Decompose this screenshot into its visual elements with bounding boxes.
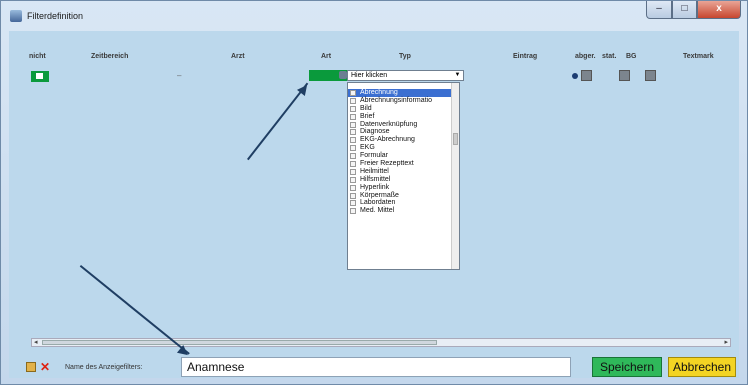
item-checkbox[interactable] [350,113,356,120]
typ-combobox[interactable]: Hier klicken ▼ [347,70,464,81]
list-item[interactable]: Hyperlink [348,184,459,192]
list-item[interactable]: Labordaten [348,199,459,207]
list-item[interactable]: EKG-Abrechnung [348,136,459,144]
col-stat: stat. [602,53,617,60]
col-eintrag: Eintrag [513,53,538,60]
col-arzt: Arzt [231,53,245,60]
cancel-button[interactable]: Abbrechen [668,357,736,377]
col-bg: BG [626,53,637,60]
col-zeitbereich: Zeitbereich [91,53,129,60]
item-checkbox[interactable] [350,200,356,207]
save-button[interactable]: Speichern [592,357,662,377]
item-checkbox[interactable] [350,137,356,144]
list-item[interactable]: Diagnose [348,128,459,136]
abger-checkbox[interactable] [581,70,592,81]
filter-panel: nicht Zeitbereich Arzt Art Typ Eintrag a… [9,31,739,378]
stat-checkbox[interactable] [619,70,630,81]
list-item[interactable]: Med. Mittel [348,207,459,215]
item-checkbox[interactable] [350,184,356,191]
filter-definition-window: Filterdefinition – □ x nicht Zeitbereich… [0,0,748,385]
folder-icon[interactable] [26,362,36,372]
list-item[interactable]: Datenverknüpfung [348,121,459,129]
col-nicht: nicht [29,53,46,60]
zeitbereich-value[interactable]: – [177,71,181,80]
typ-dropdown-list[interactable]: Abrechnung Abrechnungsinformatio Bild Br… [347,82,460,270]
chevron-down-icon[interactable]: ▼ [453,72,462,79]
item-checkbox[interactable] [350,168,356,175]
window-title: Filterdefinition [27,11,84,21]
item-checkbox[interactable] [350,97,356,104]
item-checkbox[interactable] [350,192,356,199]
delete-icon[interactable]: ✕ [40,361,50,373]
item-checkbox[interactable] [350,145,356,152]
title-bar: Filterdefinition – □ x [1,1,747,31]
list-item[interactable]: EKG [348,144,459,152]
item-checkbox[interactable] [350,176,356,183]
col-textmark: Textmark [683,53,714,60]
bg-checkbox[interactable] [645,70,656,81]
list-item[interactable]: Freier Rezepttext [348,160,459,168]
filter-name-input[interactable]: Anamnese [181,357,571,377]
close-button[interactable]: x [697,1,741,19]
item-checkbox[interactable] [350,161,356,168]
item-checkbox[interactable] [350,129,356,136]
typ-combo-text: Hier klicken [351,72,388,79]
minimize-button[interactable]: – [646,1,672,19]
dropdown-scrollbar[interactable] [451,83,459,269]
item-checkbox[interactable] [350,208,356,215]
window-controls: – □ x [646,1,741,19]
list-item[interactable]: Hilfsmittel [348,176,459,184]
item-checkbox[interactable] [350,90,356,96]
col-abger: abger. [575,53,596,60]
list-item[interactable]: Heilmittel [348,168,459,176]
list-item[interactable]: Formular [348,152,459,160]
item-checkbox[interactable] [350,105,356,112]
maximize-button[interactable]: □ [672,1,697,19]
scroll-left-arrow[interactable]: ◂ [34,338,38,346]
filter-name-label: Name des Anzeigefilters: [65,364,143,371]
item-checkbox[interactable] [350,153,356,160]
nicht-checkbox[interactable] [31,71,49,82]
horizontal-scrollbar[interactable]: ◂ ▸ [31,338,731,347]
col-typ: Typ [399,53,411,60]
col-art: Art [321,53,332,60]
abger-radio[interactable] [572,73,578,79]
horizontal-scroll-thumb[interactable] [42,340,437,345]
list-item[interactable]: Bild [348,105,459,113]
item-checkbox[interactable] [350,121,356,128]
window-icon [10,10,22,22]
list-item[interactable]: Körpermaße [348,192,459,200]
list-item[interactable]: Brief [348,113,459,121]
dropdown-scroll-thumb[interactable] [453,133,458,145]
art-picker-icon[interactable] [339,71,347,79]
list-item[interactable]: Abrechnungsinformatio [348,97,459,105]
list-item[interactable]: Abrechnung [348,89,459,97]
scroll-right-arrow[interactable]: ▸ [724,338,728,346]
